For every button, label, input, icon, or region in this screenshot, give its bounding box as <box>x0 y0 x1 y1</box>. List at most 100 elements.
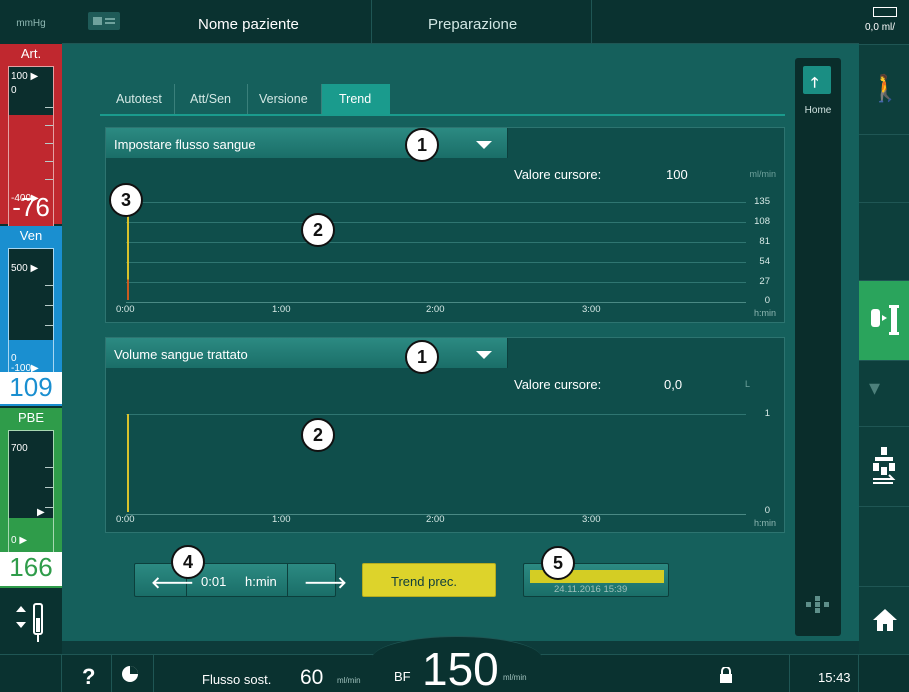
arterial-title: Art. <box>20 46 42 61</box>
time-navigator: 🡐 0:01 h:min 🡒 <box>134 563 347 597</box>
trend1-dropdown-label: Impostare flusso sangue <box>114 137 256 152</box>
trend-panel-blood-flow: Impostare flusso sangue Valore cursore: … <box>105 127 785 323</box>
arrow-right-icon: 🡒 <box>304 575 347 592</box>
tab-att-sen[interactable]: Att/Sen <box>174 84 247 115</box>
house-icon <box>873 609 897 631</box>
trend2-cursor-label: Valore cursore: <box>514 377 602 392</box>
trend2-y-tick: 1 <box>764 408 770 419</box>
tab-autotest[interactable]: Autotest <box>100 84 174 115</box>
trend1-x-unit: h:min <box>753 308 776 318</box>
pbe-pressure-block[interactable]: PBE 700 ▶ 0 ▶ 166 <box>0 408 62 588</box>
treatment-phase: Preparazione <box>428 16 518 33</box>
patient-name: Nome paziente <box>198 16 299 33</box>
arrow-up-icon: 🡑 <box>811 74 819 90</box>
pbe-value: 166 <box>0 552 62 586</box>
trend1-y-tick: 81 <box>759 236 770 247</box>
callout-marker: 2 <box>301 213 335 247</box>
clock-time: 15:43 <box>818 670 851 685</box>
trend1-y-tick: 108 <box>754 216 770 227</box>
callout-marker: 1 <box>405 128 439 162</box>
trend2-cursor-line[interactable] <box>127 414 129 512</box>
home-column: 🡑 Home <box>795 58 841 636</box>
setup-button[interactable] <box>859 426 909 506</box>
callout-marker: 3 <box>109 183 143 217</box>
top-bar: Nome paziente Preparazione <box>62 0 859 44</box>
trend2-plot[interactable] <box>126 414 746 515</box>
trend1-y-tick: 54 <box>759 256 770 267</box>
home-button[interactable]: 🡑 <box>803 66 831 94</box>
arterial-value: -76 <box>12 192 50 222</box>
trend2-x-tick: 3:00 <box>582 514 601 525</box>
trend-panel-blood-volume: Volume sangue trattato Valore cursore: 0… <box>105 337 785 533</box>
callout-marker: 5 <box>541 546 575 580</box>
trend2-unit: L <box>744 379 750 389</box>
trend2-y-tick: 0 <box>764 505 770 516</box>
trend1-unit: ml/min <box>749 169 777 179</box>
concentrate-button[interactable]: ▾ <box>859 360 909 426</box>
blood-flow-value: 150 <box>422 643 499 692</box>
venous-gauge: 500 ▶ 0 -100▶ <box>8 248 54 380</box>
patient-connect-button[interactable]: 🚶 <box>859 44 909 134</box>
trend1-x-tick: 1:00 <box>272 304 291 315</box>
scroll-right-button[interactable]: 🡒 <box>287 564 347 596</box>
trend1-x-tick: 0:00 <box>116 304 135 315</box>
trend2-x-tick: 2:00 <box>426 514 445 525</box>
tab-trend[interactable]: Trend <box>321 84 390 115</box>
trend1-parameter-dropdown[interactable]: Impostare flusso sangue <box>106 128 508 158</box>
dialyzer-icon <box>871 305 899 335</box>
trend1-y-tick: 135 <box>754 196 770 207</box>
trend2-x-tick: 1:00 <box>272 514 291 525</box>
grid-dots-icon <box>806 596 830 614</box>
pressure-unit: mmHg <box>16 18 46 29</box>
trend1-y-tick: 27 <box>759 276 770 287</box>
callout-marker: 1 <box>405 340 439 374</box>
home-label: Home <box>804 105 832 116</box>
trend1-x-tick: 3:00 <box>582 304 601 315</box>
trend2-parameter-dropdown[interactable]: Volume sangue trattato <box>106 338 508 368</box>
lines-icon <box>873 447 896 484</box>
callout-marker: 2 <box>301 418 335 452</box>
pbe-upper-limit: 700 <box>11 443 28 454</box>
callout-marker: 4 <box>171 545 205 579</box>
substitution-flow-value: 60 <box>300 666 324 689</box>
time-window-value: 0:01 <box>201 574 227 589</box>
previous-trend-button[interactable]: Trend prec. <box>362 563 496 597</box>
previous-trend-label: Trend prec. <box>391 574 457 589</box>
trend1-y-tick: 0 <box>764 295 770 306</box>
trend1-x-tick: 2:00 <box>426 304 445 315</box>
tab-underline <box>100 114 785 116</box>
chevron-down-icon <box>476 141 492 149</box>
blood-flow-unit: ml/min <box>503 673 527 682</box>
clock-icon[interactable] <box>122 666 138 682</box>
chevron-down-icon <box>476 351 492 359</box>
trend2-x-tick: 0:00 <box>116 514 135 525</box>
battery-status: 0,0 ml/ <box>859 0 909 44</box>
venous-value: 109 <box>0 372 62 404</box>
tab-versione[interactable]: Versione <box>247 84 321 115</box>
time-window-unit: h:min <box>245 574 277 589</box>
help-icon[interactable]: ? <box>82 664 95 690</box>
syringe-level-icon[interactable] <box>8 598 54 646</box>
battery-value: 0,0 ml/ <box>865 22 896 33</box>
person-icon: 🚶 <box>869 73 902 103</box>
patient-cell[interactable]: Nome paziente <box>62 0 372 44</box>
arterial-upper-limit: 100 ▶ <box>11 71 39 82</box>
trend2-dropdown-label: Volume sangue trattato <box>114 347 248 362</box>
trend1-cursor-label: Valore cursore: <box>514 167 602 182</box>
right-menu-column: 0,0 ml/ 🚶 ▾ <box>859 0 909 692</box>
venous-title: Ven <box>19 228 43 243</box>
arterial-pressure-block[interactable]: Art. 100 ▶ 0 -400▶ -76 <box>0 44 62 236</box>
patient-card-icon[interactable] <box>88 12 120 30</box>
trend2-x-unit: h:min <box>753 518 776 528</box>
trend1-plot[interactable] <box>126 198 746 303</box>
arterial-zero: 0 <box>11 85 17 96</box>
venous-pressure-block[interactable]: Ven 500 ▶ 0 -100▶ 109 <box>0 226 62 406</box>
lock-icon[interactable] <box>719 667 733 683</box>
pressure-column: mmHg Art. 100 ▶ 0 -400▶ -76 Ven 500 ▶ 0 … <box>0 0 62 692</box>
lock-button[interactable] <box>694 655 790 692</box>
blood-flow-label: BF <box>394 669 411 684</box>
bag-icon: ▾ <box>869 375 881 400</box>
preparation-menu-button[interactable] <box>859 280 909 360</box>
home-nav-button[interactable] <box>859 586 909 654</box>
pbe-title: PBE <box>17 410 44 425</box>
